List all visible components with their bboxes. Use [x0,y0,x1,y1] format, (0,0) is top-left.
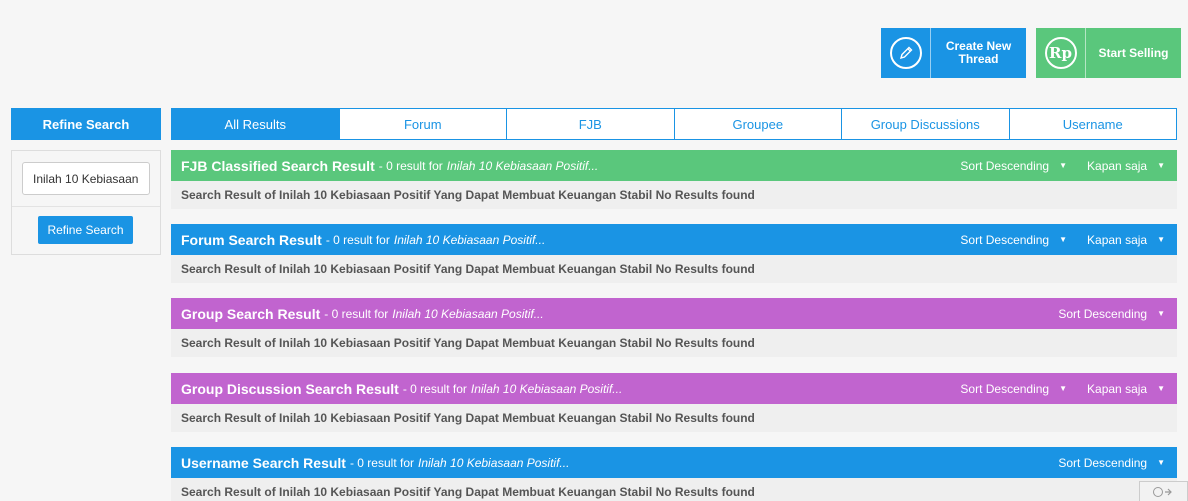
rupiah-icon: Rp [1036,28,1086,78]
section-header: Username Search Result - 0 result for In… [171,447,1177,478]
section-header: FJB Classified Search Result - 0 result … [171,150,1177,181]
section-body: Search Result of Inilah 10 Kebiasaan Pos… [171,255,1177,283]
result-count: - 0 result for [402,381,467,396]
search-query: Inilah 10 Kebiasaan Positif... [392,306,544,321]
time-dropdown[interactable]: Kapan saja ▼ [1079,382,1177,396]
caret-down-icon: ▼ [1157,384,1165,393]
result-tabs: All Results Forum FJB Groupee Group Disc… [171,108,1177,140]
refine-search-button[interactable]: Refine Search [38,216,133,244]
tab-groupee[interactable]: Groupee [673,109,842,139]
create-thread-label: Create New Thread [945,39,1012,66]
sort-dropdown[interactable]: Sort Descending ▼ [1050,456,1177,470]
section-header: Group Discussion Search Result - 0 resul… [171,373,1177,404]
corner-widget-icon[interactable] [1139,481,1188,501]
section-header: Group Search Result - 0 result for Inila… [171,298,1177,329]
section-title: Forum Search Result [181,231,322,248]
result-count: - 0 result for [349,455,414,470]
refine-search-input[interactable] [22,162,150,195]
time-dropdown[interactable]: Kapan saja ▼ [1079,159,1177,173]
time-dropdown[interactable]: Kapan saja ▼ [1079,233,1177,247]
username-result-section: Username Search Result - 0 result for In… [171,447,1177,501]
tab-forum[interactable]: Forum [338,109,507,139]
search-query: Inilah 10 Kebiasaan Positif... [470,381,623,396]
caret-down-icon: ▼ [1157,161,1165,170]
time-label: Kapan saja [1087,158,1148,173]
search-query: Inilah 10 Kebiasaan Positif... [418,455,570,470]
fjb-result-section: FJB Classified Search Result - 0 result … [171,150,1177,209]
section-title: Username Search Result [181,454,346,471]
start-selling-label: Start Selling [1098,45,1169,60]
section-body: Search Result of Inilah 10 Kebiasaan Pos… [171,329,1177,357]
section-title: Group Discussion Search Result [181,380,399,397]
create-thread-button[interactable]: Create New Thread [881,28,1026,78]
group-discussion-result-section: Group Discussion Search Result - 0 resul… [171,373,1177,432]
sort-label: Sort Descending [960,381,1050,396]
sort-dropdown[interactable]: Sort Descending ▼ [952,382,1079,396]
time-label: Kapan saja [1087,232,1148,247]
refine-search-panel: Refine Search [11,150,161,255]
caret-down-icon: ▼ [1059,235,1068,244]
caret-down-icon: ▼ [1157,309,1165,318]
refine-search-title: Refine Search [11,108,161,140]
sort-label: Sort Descending [960,158,1050,173]
result-count: - 0 result for [325,232,390,247]
sort-label: Sort Descending [1058,455,1148,470]
section-header: Forum Search Result - 0 result for Inila… [171,224,1177,255]
sort-label: Sort Descending [960,232,1050,247]
section-body: Search Result of Inilah 10 Kebiasaan Pos… [171,404,1177,432]
section-title: FJB Classified Search Result [181,157,375,174]
start-selling-button[interactable]: Rp Start Selling [1036,28,1181,78]
sort-dropdown[interactable]: Sort Descending ▼ [952,233,1079,247]
tab-username[interactable]: Username [1008,109,1177,139]
section-body: Search Result of Inilah 10 Kebiasaan Pos… [171,181,1177,209]
caret-down-icon: ▼ [1059,384,1068,393]
caret-down-icon: ▼ [1157,458,1165,467]
tab-group-discussions[interactable]: Group Discussions [841,109,1009,139]
group-result-section: Group Search Result - 0 result for Inila… [171,298,1177,357]
tab-all-results[interactable]: All Results [172,109,339,139]
result-count: - 0 result for [378,158,443,173]
result-count: - 0 result for [324,306,389,321]
rupiah-symbol: Rp [1049,44,1072,62]
sort-dropdown[interactable]: Sort Descending ▼ [1050,307,1177,321]
time-label: Kapan saja [1087,381,1148,396]
caret-down-icon: ▼ [1157,235,1165,244]
sort-label: Sort Descending [1058,306,1148,321]
forum-result-section: Forum Search Result - 0 result for Inila… [171,224,1177,283]
search-query: Inilah 10 Kebiasaan Positif... [446,158,599,173]
section-title: Group Search Result [181,305,321,322]
search-query: Inilah 10 Kebiasaan Positif... [393,232,546,247]
section-body: Search Result of Inilah 10 Kebiasaan Pos… [171,478,1177,501]
tab-fjb[interactable]: FJB [506,109,674,139]
sort-dropdown[interactable]: Sort Descending ▼ [952,159,1079,173]
refine-divider [12,206,160,207]
pencil-icon [881,28,931,78]
caret-down-icon: ▼ [1059,161,1068,170]
